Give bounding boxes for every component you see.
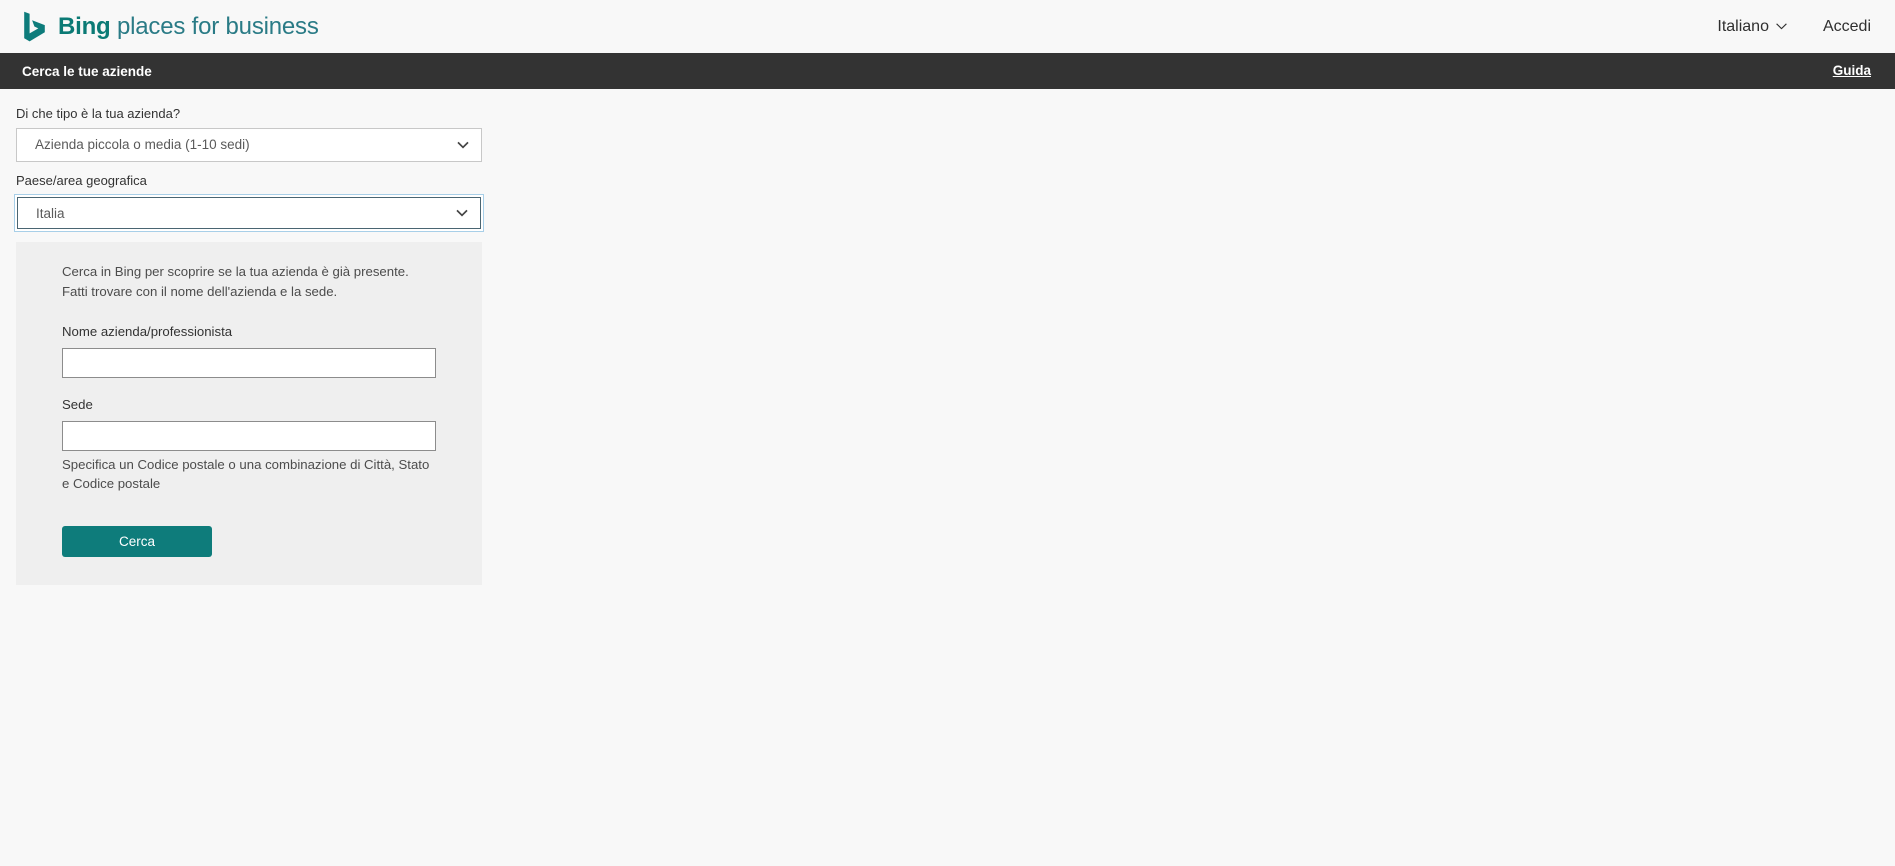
language-selector-label: Italiano [1717,17,1769,35]
country-label: Paese/area geografica [16,172,147,188]
business-search-panel-inner: Cerca in Bing per scoprire se la tua azi… [16,262,482,557]
brand-title-bold: Bing [58,12,111,40]
country-select[interactable]: Italia [17,197,481,230]
business-search-panel: Cerca in Bing per scoprire se la tua azi… [16,242,482,585]
country-field-group: Paese/area geografica Italia [14,172,1895,233]
business-type-select[interactable]: Azienda piccola o media (1-10 sedi) [16,127,482,162]
bing-b-logo-icon [24,11,45,41]
chevron-down-icon [456,209,468,217]
location-field-group: Sede Specifica un Codice postale o una c… [62,396,446,494]
location-input[interactable] [62,420,436,451]
search-button[interactable]: Cerca [62,525,212,557]
brand-header-actions: Italiano Accedi [1717,18,1871,36]
location-hint-text: Specifica un Codice postale o una combin… [62,456,430,492]
main-content: Di che tipo è la tua azienda? Azienda pi… [0,89,1895,585]
business-name-input[interactable] [62,347,436,378]
country-select-value: Italia [36,205,65,221]
chevron-down-icon [1776,23,1787,30]
language-selector[interactable]: Italiano [1717,18,1787,36]
sub-navigation-title: Cerca le tue aziende [22,63,152,79]
business-name-field-group: Nome azienda/professionista [62,323,446,378]
business-type-select-wrapper: Azienda piccola o media (1-10 sedi) [16,127,482,162]
brand-title: Bing places for business [58,12,319,40]
brand-title-light: places for business [110,12,319,40]
brand-logo-link[interactable]: Bing places for business [22,11,319,43]
panel-description: Cerca in Bing per scoprire se la tua azi… [62,264,409,299]
sign-in-link[interactable]: Accedi [1823,18,1871,36]
location-label: Sede [62,396,93,412]
business-name-label: Nome azienda/professionista [62,324,233,340]
help-link[interactable]: Guida [1833,63,1871,78]
country-select-wrapper: Italia [14,194,484,233]
sub-navigation-actions: Guida [1833,62,1871,80]
brand-header: Bing places for business Italiano Accedi [0,0,1895,53]
sub-navigation-bar: Cerca le tue aziende Guida [0,53,1895,89]
chevron-down-icon [457,141,469,149]
business-type-label: Di che tipo è la tua azienda? [16,106,181,121]
business-type-field-group: Di che tipo è la tua azienda? Azienda pi… [16,105,1895,162]
business-type-select-value: Azienda piccola o media (1-10 sedi) [35,137,250,153]
